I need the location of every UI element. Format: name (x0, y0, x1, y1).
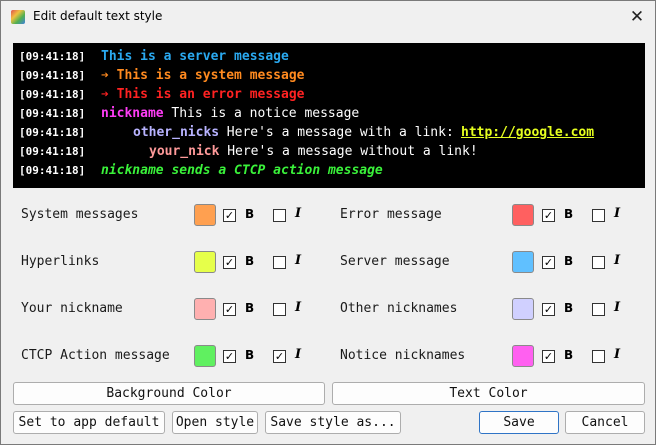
bold-checkbox-hyperlinks[interactable]: ✓ (223, 256, 236, 269)
bold-label: B (564, 301, 574, 315)
preview-nick: nickname (101, 106, 164, 121)
italic-label: I (614, 347, 621, 362)
italic-checkbox-ctcp-action-message[interactable]: ✓ (273, 350, 286, 363)
timestamp: [09:41:18] (19, 164, 86, 177)
window-title: Edit default text style (33, 9, 163, 23)
italic-checkbox-error-message[interactable] (592, 209, 605, 222)
bold-checkbox-error-message[interactable]: ✓ (542, 209, 555, 222)
italic-checkbox-system-messages[interactable] (273, 209, 286, 222)
preview-message: Here's a message without a link! (227, 144, 478, 159)
save-button[interactable]: Save (479, 411, 559, 434)
italic-checkbox-hyperlinks[interactable] (273, 256, 286, 269)
preview-line: [09:41:18] ➔ This is a system message (13, 67, 645, 86)
style-label-error-message: Error message (340, 207, 442, 222)
color-swatch-your-nickname[interactable] (194, 298, 216, 320)
preview-message: Here's a message with a link: (226, 125, 454, 140)
preview-nick: other_nicks (133, 125, 220, 140)
bold-checkbox-ctcp-action-message[interactable]: ✓ (223, 350, 236, 363)
preview-line: [09:41:18] nickname This is a notice messa… (13, 105, 645, 124)
style-label-ctcp-action-message: CTCP Action message (21, 348, 170, 363)
color-swatch-other-nicknames[interactable] (512, 298, 534, 320)
preview-message: nickname sends a CTCP action message (101, 163, 383, 178)
app-icon (11, 10, 25, 24)
bold-label: B (245, 207, 255, 221)
close-button[interactable]: ✕ (623, 3, 651, 31)
bold-checkbox-your-nickname[interactable]: ✓ (223, 303, 236, 316)
color-swatch-system-messages[interactable] (194, 204, 216, 226)
set-default-button[interactable]: Set to app default (13, 411, 165, 434)
preview-message: ➔ This is an error message (101, 87, 305, 102)
bold-label: B (564, 348, 574, 362)
bold-checkbox-system-messages[interactable]: ✓ (223, 209, 236, 222)
italic-checkbox-other-nicknames[interactable] (592, 303, 605, 316)
bold-label: B (245, 254, 255, 268)
timestamp: [09:41:18] (19, 88, 86, 101)
bold-label: B (564, 207, 574, 221)
timestamp: [09:41:18] (19, 107, 86, 120)
background-color-button[interactable]: Background Color (13, 382, 325, 405)
bold-checkbox-notice-nicknames[interactable]: ✓ (542, 350, 555, 363)
preview-nick: your_nick (149, 144, 220, 159)
style-label-server-message: Server message (340, 254, 450, 269)
bold-label: B (245, 301, 255, 315)
preview-panel: [09:41:18] This is a server message [09:41… (13, 43, 645, 188)
timestamp: [09:41:18] (19, 69, 86, 82)
save-style-as-button[interactable]: Save style as... (265, 411, 401, 434)
bold-checkbox-other-nicknames[interactable]: ✓ (542, 303, 555, 316)
preview-line: [09:41:18] This is a server message (13, 48, 645, 67)
bold-label: B (564, 254, 574, 268)
bold-checkbox-server-message[interactable]: ✓ (542, 256, 555, 269)
italic-label: I (614, 206, 621, 221)
dialog-window: Edit default text style ✕ [09:41:18] This… (0, 0, 656, 445)
italic-label: I (295, 253, 302, 268)
italic-label: I (295, 347, 302, 362)
color-swatch-ctcp-action-message[interactable] (194, 345, 216, 367)
timestamp: [09:41:18] (19, 126, 86, 139)
close-icon: ✕ (629, 7, 645, 27)
style-label-your-nickname: Your nickname (21, 301, 123, 316)
timestamp: [09:41:18] (19, 145, 86, 158)
style-label-system-messages: System messages (21, 207, 139, 222)
text-color-button[interactable]: Text Color (332, 382, 645, 405)
timestamp: [09:41:18] (19, 50, 86, 63)
italic-checkbox-server-message[interactable] (592, 256, 605, 269)
italic-label: I (614, 253, 621, 268)
color-swatch-notice-nicknames[interactable] (512, 345, 534, 367)
style-label-hyperlinks: Hyperlinks (21, 254, 100, 269)
style-label-notice-nicknames: Notice nicknames (340, 348, 466, 363)
preview-line: [09:41:18] nickname sends a CTCP action m… (13, 162, 645, 181)
color-swatch-error-message[interactable] (512, 204, 534, 226)
preview-message: This is a server message (101, 49, 289, 64)
title-bar: Edit default text style ✕ (1, 1, 655, 33)
cancel-button[interactable]: Cancel (565, 411, 645, 434)
style-label-other-nicknames: Other nicknames (340, 301, 458, 316)
italic-label: I (614, 300, 621, 315)
italic-checkbox-notice-nicknames[interactable] (592, 350, 605, 363)
italic-label: I (295, 300, 302, 315)
open-style-button[interactable]: Open style (172, 411, 258, 434)
italic-label: I (295, 206, 302, 221)
bold-label: B (245, 348, 255, 362)
color-swatch-server-message[interactable] (512, 251, 534, 273)
preview-line: [09:41:18] your_nick Here's a message with… (13, 143, 645, 162)
preview-message: ➔ This is a system message (101, 68, 305, 83)
preview-line: [09:41:18] ➔ This is an error message (13, 86, 645, 105)
preview-link[interactable]: http://google.com (461, 125, 594, 140)
color-swatch-hyperlinks[interactable] (194, 251, 216, 273)
preview-line: [09:41:18] other_nicks Here's a message wi… (13, 124, 645, 143)
italic-checkbox-your-nickname[interactable] (273, 303, 286, 316)
preview-message: This is a notice message (171, 106, 360, 121)
